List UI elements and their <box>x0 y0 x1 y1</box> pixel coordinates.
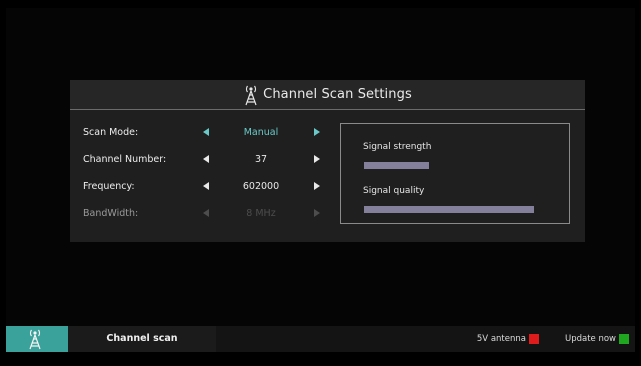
update-now-label: Update now <box>564 334 616 344</box>
arrow-left-icon[interactable] <box>203 128 209 136</box>
signal-quality-label: Signal quality <box>363 186 425 196</box>
signal-panel: Signal strength Signal quality <box>340 123 570 224</box>
update-now-button[interactable]: Update now <box>565 334 629 344</box>
channel-number-label: Channel Number: <box>83 154 167 165</box>
signal-strength-fill <box>364 162 429 169</box>
arrow-left-icon[interactable] <box>203 182 209 190</box>
dialog-title: Channel Scan Settings <box>263 87 412 102</box>
5v-antenna-button[interactable]: 5V antenna <box>477 334 539 344</box>
red-key-icon <box>528 334 539 344</box>
green-key-icon <box>619 334 629 344</box>
signal-quality-bar <box>364 206 534 213</box>
bottom-bar: Channel scan 5V antenna Update now <box>6 326 635 352</box>
arrow-left-icon[interactable] <box>203 155 209 163</box>
setting-row-scan-mode[interactable]: Scan Mode: Manual <box>70 124 340 142</box>
signal-strength-label: Signal strength <box>363 142 432 152</box>
bottom-title: Channel scan <box>106 333 178 344</box>
bottom-actions: 5V antenna Update now <box>451 326 629 352</box>
channel-scan-icon-tab[interactable] <box>6 326 68 352</box>
channel-number-value[interactable]: 37 <box>220 154 302 165</box>
signal-quality-fill <box>364 206 534 213</box>
frequency-label: Frequency: <box>83 181 135 192</box>
arrow-left-icon <box>203 209 209 217</box>
setting-row-channel-number[interactable]: Channel Number: 37 <box>70 151 340 169</box>
bandwidth-value: 8 MHz <box>246 208 276 219</box>
antenna-tower-icon <box>245 85 257 105</box>
5v-antenna-label: 5V antenna <box>476 334 526 344</box>
setting-row-frequency[interactable]: Frequency: 602000 <box>70 178 340 196</box>
channel-scan-dialog: Channel Scan Settings Scan Mode: Manual … <box>70 80 585 242</box>
bandwidth-label: BandWidth: <box>83 208 139 219</box>
arrow-right-icon[interactable] <box>314 182 320 190</box>
arrow-right-icon[interactable] <box>314 128 320 136</box>
scan-mode-label: Scan Mode: <box>83 127 139 138</box>
arrow-right-icon <box>314 209 320 217</box>
channel-scan-tab[interactable]: Channel scan <box>68 326 216 352</box>
signal-strength-bar <box>364 162 534 169</box>
dialog-header: Channel Scan Settings <box>70 80 585 110</box>
frequency-value[interactable]: 602000 <box>220 181 302 192</box>
antenna-tower-icon <box>29 329 41 350</box>
arrow-right-icon[interactable] <box>314 155 320 163</box>
setting-row-bandwidth: BandWidth: 8 MHz <box>70 205 340 223</box>
scan-mode-value[interactable]: Manual <box>220 127 302 138</box>
